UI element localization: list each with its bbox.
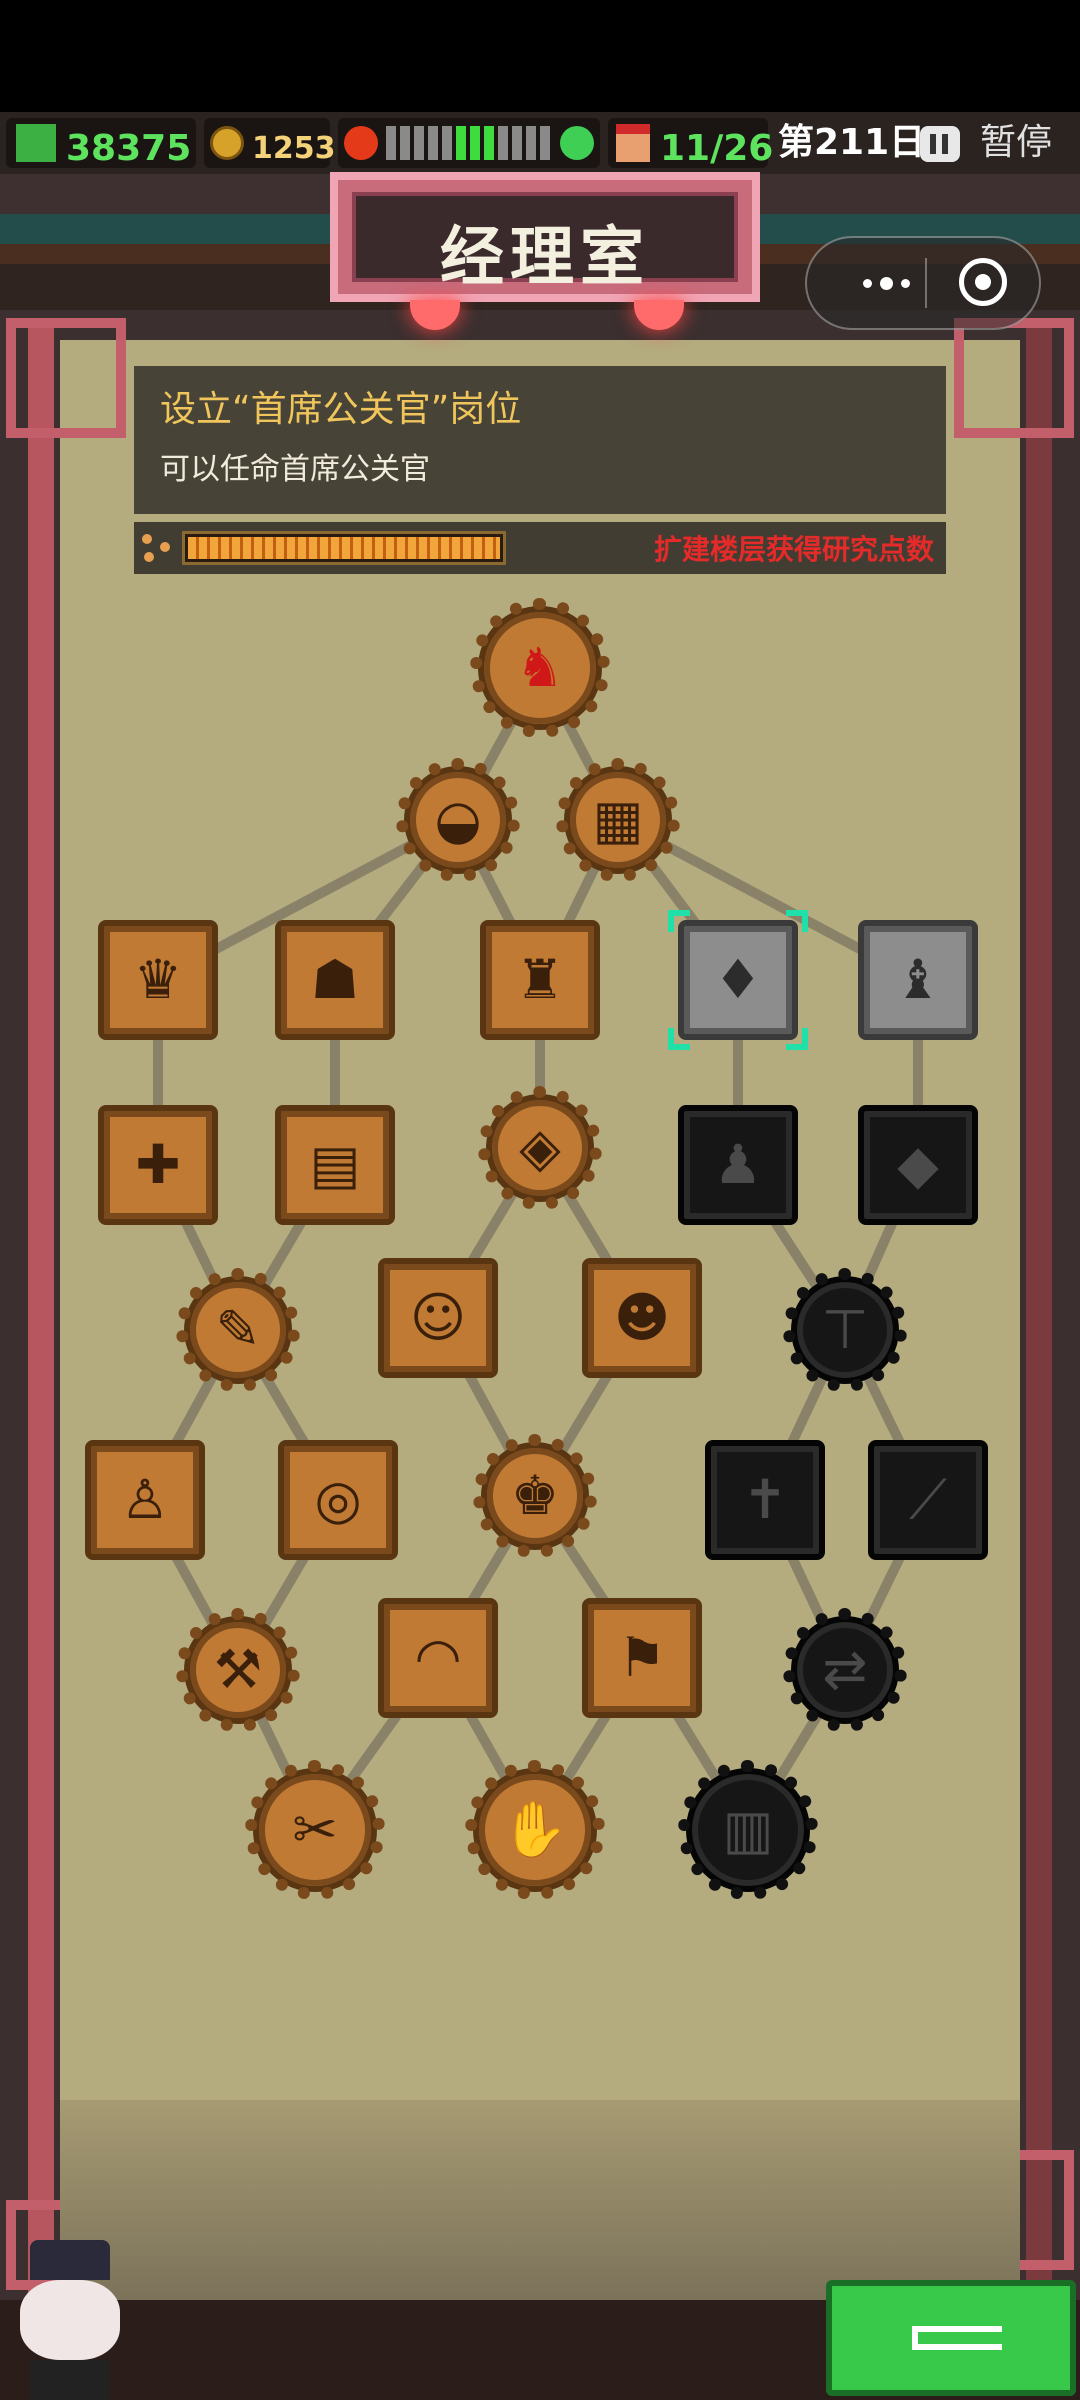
- tech-node-r2d[interactable]: ♦: [678, 920, 798, 1040]
- meeting-icon: ☺: [409, 1286, 467, 1349]
- cross-icon: ✝: [742, 1468, 788, 1531]
- selection-corner-tl: [668, 910, 690, 932]
- tech-node-r5a[interactable]: ♙: [85, 1440, 205, 1560]
- back-arrow-icon: [912, 2326, 1002, 2350]
- tech-node-r2e[interactable]: ♝: [858, 920, 978, 1040]
- tech-node-r5e[interactable]: ⟋: [868, 1440, 988, 1560]
- spiral-icon: ◎: [314, 1468, 362, 1531]
- tech-node-r5d[interactable]: ✝: [705, 1440, 825, 1560]
- worker-desk-icon: ♙: [120, 1468, 170, 1531]
- staff-desk-icon: ☗: [310, 948, 360, 1011]
- selection-corner-bl: [668, 1028, 690, 1050]
- tech-node-r4a[interactable]: ✎: [176, 1268, 300, 1392]
- tech-node-r7c[interactable]: ▥: [678, 1760, 818, 1900]
- swap-icon: ⇄: [822, 1638, 868, 1701]
- bandage-icon: ✎: [215, 1298, 261, 1361]
- tech-node-r3d[interactable]: ♟: [678, 1105, 798, 1225]
- medic-icon: ✚: [135, 1133, 181, 1196]
- tech-node-r3e[interactable]: ◆: [858, 1105, 978, 1225]
- team-icon: ♚: [510, 1464, 560, 1527]
- tech-node-r5c[interactable]: ♚: [473, 1434, 597, 1558]
- tech-node-r7b[interactable]: ✋: [465, 1760, 605, 1900]
- tech-node-r5b[interactable]: ◎: [278, 1440, 398, 1560]
- pr-officer-icon: ♦: [713, 948, 763, 1011]
- monument-icon: ▥: [722, 1798, 774, 1861]
- tools-icon: ✂: [292, 1798, 338, 1861]
- manager-mascot: [0, 2240, 140, 2400]
- tech-node-r7a[interactable]: ✂: [245, 1760, 385, 1900]
- mascot-hat: [30, 2240, 110, 2280]
- mascot-face: [20, 2280, 120, 2360]
- diamond-hand-icon: ◈: [519, 1116, 561, 1179]
- selection-corner-tr: [786, 910, 808, 932]
- tech-node-r3b[interactable]: ▤: [275, 1105, 395, 1225]
- tech-node-r4c[interactable]: ☻: [582, 1258, 702, 1378]
- signpost-icon: ⊤: [821, 1298, 869, 1361]
- tech-node-root[interactable]: ♞: [470, 598, 610, 738]
- receptionist-icon: ♝: [893, 948, 943, 1011]
- red-rooster-icon: ♞: [515, 636, 565, 699]
- diamond-tile-icon: ◆: [897, 1133, 939, 1196]
- bottom-ground: [60, 2100, 1020, 2300]
- tech-node-r3a[interactable]: ✚: [98, 1105, 218, 1225]
- tech-node-r1b[interactable]: ▦: [556, 758, 680, 882]
- selection-corner-br: [786, 1028, 808, 1050]
- mascot-body: [30, 2360, 110, 2400]
- lips-icon: ◠: [414, 1626, 462, 1689]
- officer-icon: ♜: [515, 948, 565, 1011]
- cake-icon: ◒: [434, 788, 482, 851]
- tech-node-r6b[interactable]: ◠: [378, 1598, 498, 1718]
- group-icon: ☻: [613, 1286, 671, 1349]
- tech-node-r2a[interactable]: ♛: [98, 920, 218, 1040]
- tech-node-r3c[interactable]: ◈: [478, 1086, 602, 1210]
- tech-node-r2c[interactable]: ♜: [480, 920, 600, 1040]
- staff-crown-icon: ♛: [133, 948, 183, 1011]
- rifle-icon: ⟋: [909, 1468, 947, 1531]
- crowd-icon: ♟: [713, 1133, 763, 1196]
- tech-node-r1a[interactable]: ◒: [396, 758, 520, 882]
- flag-icon: ⚑: [617, 1626, 667, 1689]
- tech-node-r4d[interactable]: ⊤: [783, 1268, 907, 1392]
- tech-node-r6c[interactable]: ⚑: [582, 1598, 702, 1718]
- back-button[interactable]: [826, 2280, 1076, 2396]
- handshake-icon: ✋: [501, 1798, 569, 1861]
- counter-icon: ▤: [309, 1133, 361, 1196]
- tech-node-r6a[interactable]: ⚒: [176, 1608, 300, 1732]
- tech-node-r4b[interactable]: ☺: [378, 1258, 498, 1378]
- tech-node-r2b[interactable]: ☗: [275, 920, 395, 1040]
- tech-node-r6d[interactable]: ⇄: [783, 1608, 907, 1732]
- brick-wall-icon: ▦: [592, 788, 644, 851]
- wrench-icon: ⚒: [213, 1638, 263, 1701]
